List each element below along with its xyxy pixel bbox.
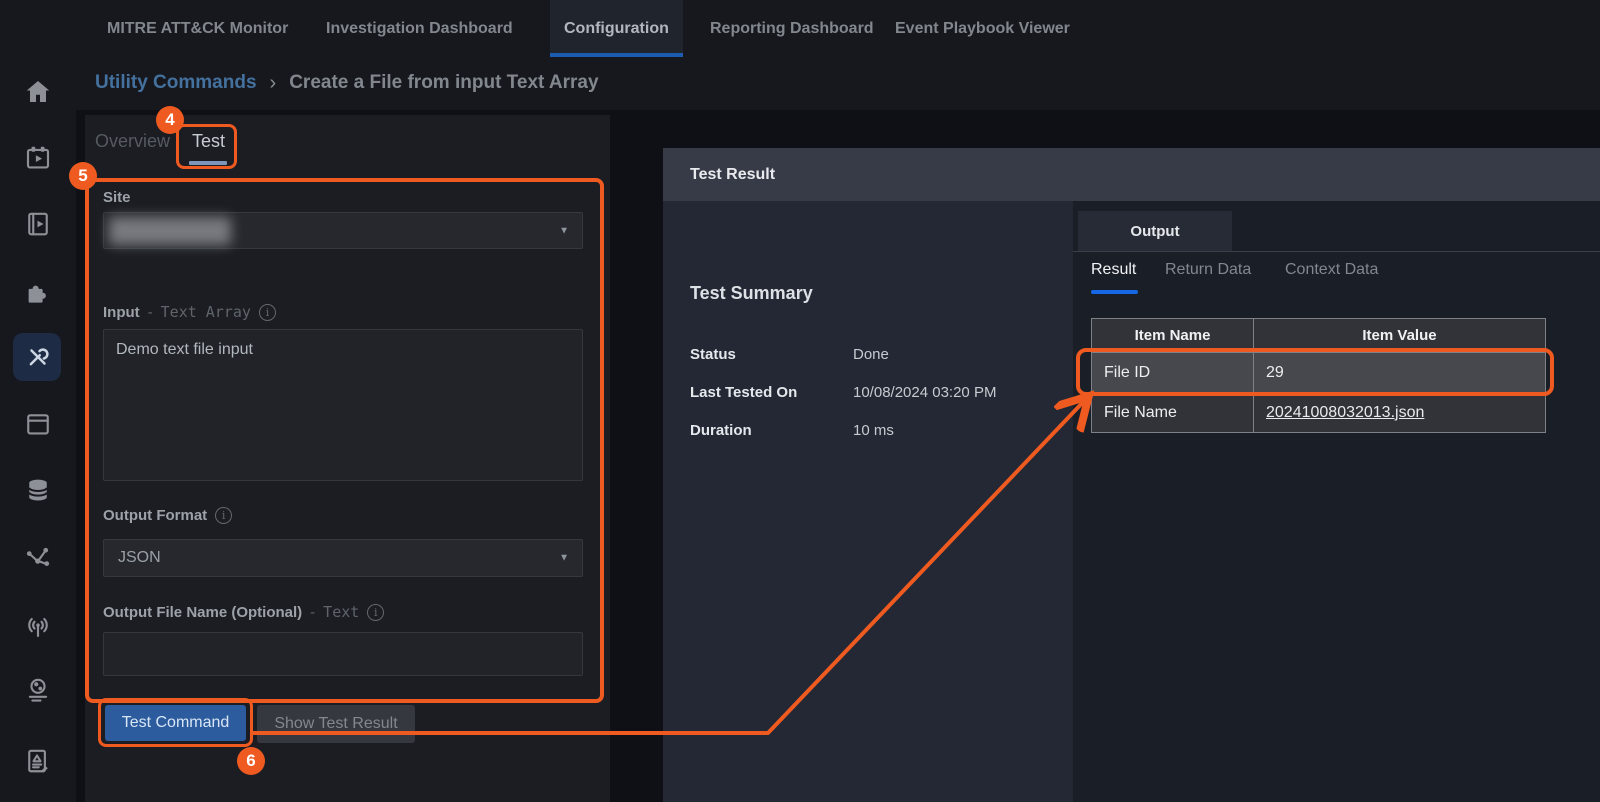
last-tested-label: Last Tested On — [690, 384, 797, 401]
broadcast-icon[interactable] — [23, 611, 53, 641]
file-name-name-cell: File Name — [1092, 393, 1254, 433]
tab-output[interactable]: Output — [1078, 211, 1232, 252]
subtab-result-underline — [1091, 290, 1138, 294]
step-badge-6: 6 — [237, 747, 265, 775]
integrations-icon[interactable] — [23, 277, 53, 307]
output-section: Output Result Return Data Context Data I… — [1073, 201, 1600, 802]
file-name-link[interactable]: 20241008032013.json — [1266, 404, 1424, 421]
icon-sidebar — [0, 0, 76, 802]
nav-reporting-dashboard[interactable]: Reporting Dashboard — [710, 0, 874, 57]
playbook-icon[interactable] — [23, 209, 53, 239]
table-row-file-name: File Name 20241008032013.json — [1092, 393, 1546, 433]
top-nav: ƎD3 MITRE ATT&CK Monitor Investigation D… — [0, 0, 1600, 57]
status-label: Status — [690, 346, 736, 363]
last-tested-value: 10/08/2024 03:20 PM — [853, 384, 996, 401]
duration-label: Duration — [690, 422, 752, 439]
subtab-return-data[interactable]: Return Data — [1165, 261, 1251, 279]
breadcrumb-utility-commands[interactable]: Utility Commands — [95, 72, 257, 94]
duration-value: 10 ms — [853, 422, 894, 439]
output-tab-divider — [1073, 251, 1600, 252]
nav-mitre-attack-monitor[interactable]: MITRE ATT&CK Monitor — [107, 0, 288, 57]
callout-file-id-row — [1076, 348, 1554, 396]
step-badge-4: 4 — [156, 106, 184, 134]
chevron-right-icon: › — [270, 72, 277, 95]
utility-commands-icon[interactable] — [23, 342, 53, 372]
callout-test-tab — [176, 124, 237, 169]
test-summary-heading: Test Summary — [690, 283, 813, 304]
test-result-title: Test Result — [690, 148, 775, 201]
nav-event-playbook-viewer[interactable]: Event Playbook Viewer — [895, 0, 1070, 57]
status-value: Done — [853, 346, 889, 363]
show-test-result-button[interactable]: Show Test Result — [257, 705, 415, 743]
test-result-panel: Test Result Test Summary Status Done Las… — [663, 148, 1600, 802]
test-summary-section: Test Summary Status Done Last Tested On … — [663, 201, 1073, 802]
nav-configuration[interactable]: Configuration — [550, 0, 683, 57]
breadcrumb: Utility Commands › Create a File from in… — [95, 68, 599, 98]
scheduled-playbook-icon[interactable] — [23, 143, 53, 173]
d3-soar-app: ƎD3 MITRE ATT&CK Monitor Investigation D… — [0, 0, 1600, 802]
subtab-context-data[interactable]: Context Data — [1285, 261, 1378, 279]
subtab-result[interactable]: Result — [1091, 261, 1136, 279]
data-management-icon[interactable] — [23, 475, 53, 505]
geo-map-icon[interactable] — [23, 676, 53, 706]
step-badge-5: 5 — [69, 162, 97, 190]
callout-test-command — [98, 698, 253, 747]
incident-report-icon[interactable] — [23, 746, 53, 776]
tab-overview[interactable]: Overview — [95, 131, 170, 152]
nav-investigation-dashboard[interactable]: Investigation Dashboard — [326, 0, 513, 57]
home-icon[interactable] — [23, 77, 53, 107]
test-result-header: Test Result — [663, 148, 1600, 201]
apps-window-icon[interactable] — [23, 409, 53, 439]
connections-icon[interactable] — [23, 543, 53, 573]
page-title: Create a File from input Text Array — [289, 72, 598, 94]
callout-form — [85, 178, 604, 703]
